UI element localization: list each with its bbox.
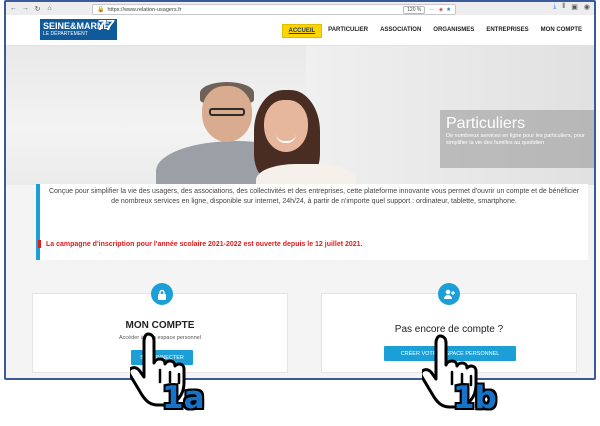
hero-photo-glasses — [209, 108, 245, 116]
bookmark-star-icon[interactable]: ★ — [446, 7, 451, 13]
reload-icon[interactable]: ↻ — [33, 4, 42, 13]
account-icon[interactable]: ◉ — [584, 3, 590, 11]
nav-item-accueil[interactable]: ACCUEIL — [281, 24, 323, 38]
nav-item-particulier[interactable]: PARTICULIER — [322, 24, 374, 38]
campaign-text: La campagne d'inscription pour l'année s… — [46, 240, 363, 248]
back-icon[interactable]: ← — [9, 4, 18, 13]
zoom-level[interactable]: 120 % — [403, 5, 426, 14]
hero-photo-woman-face — [264, 100, 308, 152]
browser-toolbar: ← → ↻ ⌂ 🔒 https://www.relation-usagers.f… — [6, 2, 594, 16]
sidebar-icon[interactable]: ▣ — [571, 3, 578, 11]
site-header: SEINE&MARNE LE DÉPARTEMENT 77 ACCUEIL PA… — [6, 15, 594, 46]
step-label-1b: 1b — [453, 380, 497, 416]
logo-number: 77 — [97, 17, 114, 34]
site-logo[interactable]: SEINE&MARNE LE DÉPARTEMENT 77 — [40, 17, 117, 40]
nav-item-organismes[interactable]: ORGANISMES — [427, 24, 480, 38]
lock-icon — [151, 283, 173, 305]
nav-item-mon-compte[interactable]: MON COMPTE — [535, 24, 588, 38]
hero-photo-woman — [256, 164, 356, 185]
forward-icon[interactable]: → — [21, 4, 30, 13]
main-nav: ACCUEIL PARTICULIER ASSOCIATION ORGANISM… — [281, 24, 589, 38]
hero-description: De nombreux services en ligne pour les p… — [446, 133, 585, 146]
nav-item-association[interactable]: ASSOCIATION — [374, 24, 427, 38]
browser-actions: ⤓ ⫴ ▣ ◉ — [553, 3, 590, 11]
hero-title: Particuliers — [446, 115, 526, 132]
url-text[interactable]: https://www.relation-usagers.fr — [107, 7, 403, 13]
step-label-1a: 1a — [162, 380, 205, 416]
pocket-icon[interactable]: ◈ — [439, 7, 443, 13]
home-icon[interactable]: ⌂ — [45, 4, 54, 13]
lock-icon: 🔒 — [97, 7, 105, 13]
campaign-notice: La campagne d'inscription pour l'année s… — [38, 240, 363, 248]
add-user-icon — [438, 283, 460, 305]
intro-box: Conçue pour simplifier la vie des usager… — [36, 184, 588, 260]
address-bar[interactable]: 🔒 https://www.relation-usagers.fr 120 % … — [92, 4, 456, 15]
download-icon[interactable]: ⤓ — [553, 3, 556, 11]
page-actions-icon[interactable]: ··· — [429, 7, 435, 13]
screenshot-frame: ← → ↻ ⌂ 🔒 https://www.relation-usagers.f… — [4, 0, 596, 380]
nav-item-entreprises[interactable]: ENTREPRISES — [480, 24, 534, 38]
intro-text: Conçue pour simplifier la vie des usager… — [48, 188, 580, 205]
campaign-marker — [38, 240, 41, 248]
hero-caption: Particuliers De nombreux services en lig… — [440, 110, 594, 168]
library-icon[interactable]: ⫴ — [562, 3, 565, 11]
